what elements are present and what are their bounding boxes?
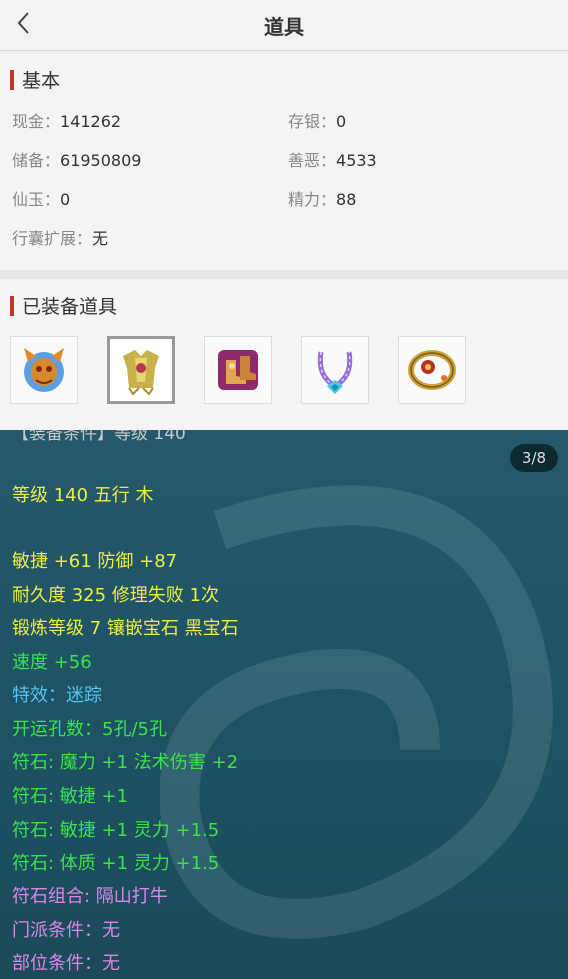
tooltip-line-stats: 敏捷 +61 防御 +87 bbox=[12, 551, 178, 572]
equipped-section-title: 已装备道具 bbox=[22, 296, 118, 318]
bag-label: 行囊扩展： bbox=[12, 229, 93, 248]
jade-label: 仙玉： bbox=[12, 190, 61, 209]
reserve-value: 61950809 bbox=[60, 151, 142, 170]
basic-section: 基本 现金：141262 存银：0 储备：61950809 善恶：4533 仙玉… bbox=[0, 54, 568, 270]
tooltip-cutoff-line: 【装备条件】等级 140 bbox=[12, 430, 186, 444]
helmet-icon bbox=[24, 348, 64, 392]
section-accent-bar bbox=[10, 69, 14, 90]
tooltip-line-durability: 耐久度 325 修理失败 1次 bbox=[12, 585, 219, 606]
armor-icon bbox=[123, 350, 159, 396]
cash-label: 现金： bbox=[12, 112, 61, 131]
tooltip-line-rune-2: 符石: 敏捷 +1 bbox=[12, 786, 129, 807]
jade-row: 仙玉：0 bbox=[12, 186, 70, 210]
section-divider bbox=[0, 270, 568, 279]
reserve-row: 储备：61950809 bbox=[12, 147, 141, 171]
tooltip-line-rune-combo: 符石组合: 隔山打牛 bbox=[12, 886, 168, 907]
tooltip-line-forging: 锻炼等级 7 镶嵌宝石 黑宝石 bbox=[12, 618, 239, 639]
equip-slot-armor[interactable] bbox=[107, 336, 175, 404]
cash-row: 现金：141262 bbox=[12, 108, 121, 132]
tooltip-line-sect-req: 门派条件：无 bbox=[12, 920, 120, 941]
energy-value: 88 bbox=[336, 190, 357, 209]
tooltip-line-rune-4: 符石: 体质 +1 灵力 +1.5 bbox=[12, 853, 220, 874]
basic-section-title: 基本 bbox=[22, 70, 61, 92]
tooltip-line-holes: 开运孔数：5孔/5孔 bbox=[12, 719, 167, 740]
tooltip-line-effect: 特效：迷踪 bbox=[12, 685, 102, 706]
equipment-slots bbox=[10, 336, 495, 404]
equipped-section: 已装备道具 bbox=[0, 279, 568, 430]
swirl-decoration bbox=[160, 485, 553, 939]
deposit-row: 存银：0 bbox=[288, 108, 346, 132]
jade-value: 0 bbox=[60, 190, 71, 209]
tooltip-line-slot-req: 部位条件：无 bbox=[12, 953, 120, 974]
tooltip-line-rune-1: 符石: 魔力 +1 法术伤害 +2 bbox=[12, 752, 239, 773]
tooltip-line-speed: 速度 +56 bbox=[12, 652, 92, 673]
equip-slot-boots[interactable] bbox=[204, 336, 272, 404]
energy-row: 精力：88 bbox=[288, 186, 356, 210]
boots-icon bbox=[218, 350, 258, 390]
basic-section-header: 基本 bbox=[10, 66, 60, 93]
belt-icon bbox=[408, 350, 456, 390]
tooltip-line-level: 等级 140 五行 木 bbox=[12, 485, 154, 506]
deposit-label: 存银： bbox=[288, 112, 337, 131]
karma-label: 善恶： bbox=[288, 151, 337, 170]
page-title: 道具 bbox=[264, 15, 304, 39]
karma-row: 善恶：4533 bbox=[288, 147, 377, 171]
tooltip-line-rune-3: 符石: 敏捷 +1 灵力 +1.5 bbox=[12, 820, 220, 841]
equip-slot-necklace[interactable] bbox=[301, 336, 369, 404]
deposit-value: 0 bbox=[336, 112, 347, 131]
necklace-icon bbox=[317, 351, 353, 394]
item-tooltip-panel[interactable]: 【装备条件】等级 140 3/8 等级 140 五行 木 敏捷 +61 防御 +… bbox=[0, 430, 568, 979]
karma-value: 4533 bbox=[336, 151, 377, 170]
cash-value: 141262 bbox=[60, 112, 122, 131]
equip-slot-helmet[interactable] bbox=[10, 336, 78, 404]
reserve-label: 储备： bbox=[12, 151, 61, 170]
equip-slot-belt[interactable] bbox=[398, 336, 466, 404]
bag-value: 无 bbox=[92, 229, 109, 248]
bag-row: 行囊扩展：无 bbox=[12, 225, 108, 249]
section-accent-bar bbox=[10, 295, 14, 316]
equipped-section-header: 已装备道具 bbox=[10, 292, 117, 319]
energy-label: 精力： bbox=[288, 190, 337, 209]
page-indicator: 3/8 bbox=[510, 444, 558, 472]
top-bar: 道具 bbox=[0, 0, 568, 51]
